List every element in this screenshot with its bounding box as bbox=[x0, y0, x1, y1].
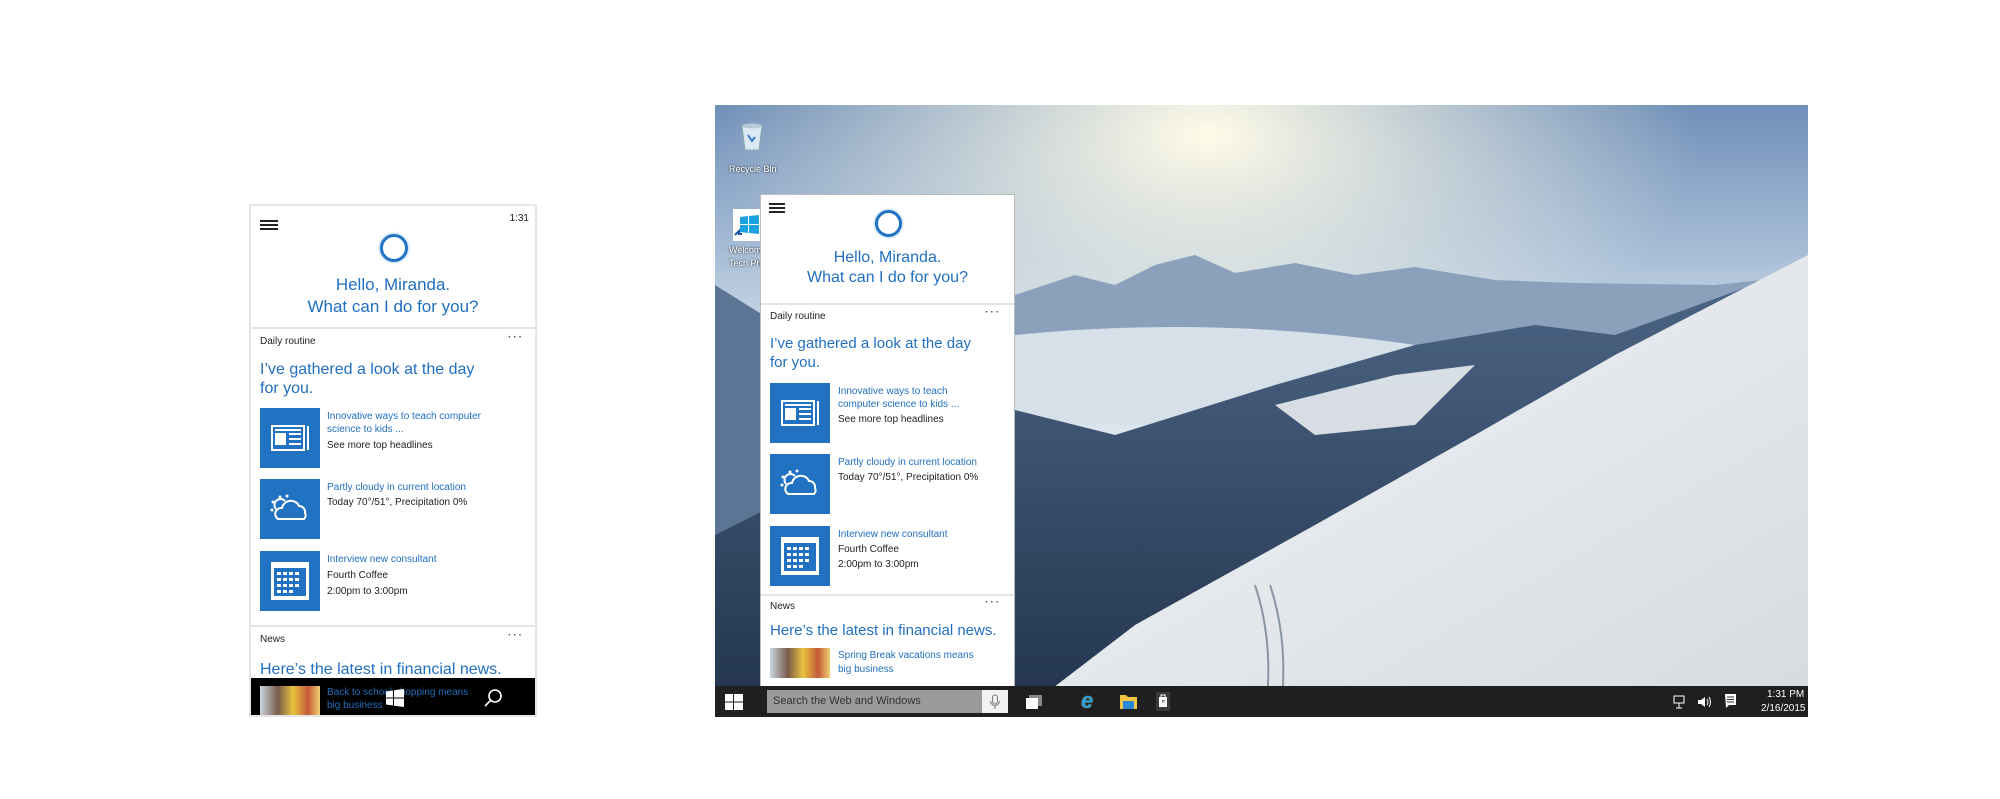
greeting-line2: What can I do for you? bbox=[807, 269, 968, 286]
news-thumbnail[interactable] bbox=[260, 686, 320, 715]
item-sub: Today 70°/51°, Precipitation 0% bbox=[838, 472, 979, 483]
microphone-icon bbox=[990, 694, 1000, 709]
divider bbox=[761, 594, 1014, 596]
phone-nav-bar: Back to school shopping means big busine… bbox=[251, 678, 535, 715]
news-item-title[interactable]: big business bbox=[327, 700, 383, 711]
item-title[interactable]: Interview new consultant bbox=[838, 529, 948, 540]
search-icon[interactable] bbox=[483, 688, 503, 708]
cortana-panel: Hello, Miranda. What can I do for you? D… bbox=[760, 194, 1015, 686]
item-sub: See more top headlines bbox=[327, 440, 433, 451]
search-placeholder: Search the Web and Windows bbox=[773, 695, 921, 707]
status-time: 1:31 bbox=[509, 213, 529, 224]
network-icon[interactable] bbox=[1673, 695, 1685, 709]
greeting-line1: Hello, Miranda. bbox=[833, 249, 942, 266]
item-title[interactable]: Innovative ways to teach computer bbox=[327, 411, 481, 422]
desktop: Recycle Bin Welcome Tech Pre Hello, Mira… bbox=[715, 105, 1808, 717]
volume-icon[interactable] bbox=[1697, 695, 1711, 709]
news-thumbnail[interactable] bbox=[770, 648, 830, 678]
partly-cloudy-icon[interactable] bbox=[260, 479, 320, 539]
item-sub: Fourth Coffee bbox=[838, 544, 899, 555]
more-options-button[interactable]: ··· bbox=[985, 307, 1001, 318]
welcome-shortcut-icon[interactable] bbox=[733, 209, 761, 241]
file-explorer-icon[interactable] bbox=[1120, 694, 1137, 709]
item-title[interactable]: Interview new consultant bbox=[327, 554, 437, 565]
daily-headline-line1: I’ve gathered a look at the day bbox=[770, 335, 971, 352]
news-headline: Here’s the latest in financial news. bbox=[260, 661, 502, 678]
greeting-line1: Hello, Miranda. bbox=[335, 275, 451, 294]
section-label-daily-routine: Daily routine bbox=[260, 336, 316, 347]
cortana-ring-icon[interactable] bbox=[380, 234, 408, 262]
calendar-icon[interactable] bbox=[770, 526, 830, 586]
internet-explorer-icon[interactable]: e bbox=[1081, 688, 1093, 714]
recycle-bin-label[interactable]: Recycle Bin bbox=[729, 164, 777, 174]
more-options-button[interactable]: ··· bbox=[508, 630, 524, 641]
more-options-button[interactable]: ··· bbox=[985, 597, 1001, 608]
news-icon[interactable] bbox=[260, 408, 320, 468]
task-view-icon[interactable] bbox=[1026, 695, 1042, 709]
phone-cortana: 1:31 Hello, Miranda. What can I do for y… bbox=[249, 204, 537, 717]
recycle-bin-icon[interactable] bbox=[739, 123, 765, 151]
section-label-news: News bbox=[260, 634, 286, 645]
item-sub: 2:00pm to 3:00pm bbox=[327, 586, 408, 597]
windows-logo-icon[interactable] bbox=[386, 689, 404, 707]
news-item-title[interactable]: Spring Break vacations means bbox=[838, 650, 974, 661]
item-sub: Fourth Coffee bbox=[327, 570, 388, 581]
clock-date[interactable]: 2/16/2015 bbox=[1761, 703, 1806, 714]
news-headline: Here’s the latest in financial news. bbox=[770, 622, 997, 639]
daily-headline-line1: I’ve gathered a look at the day bbox=[260, 361, 475, 378]
divider bbox=[251, 327, 535, 329]
item-sub: 2:00pm to 3:00pm bbox=[838, 559, 919, 570]
item-title[interactable]: Partly cloudy in current location bbox=[838, 457, 977, 468]
search-box[interactable]: Search the Web and Windows bbox=[767, 690, 1008, 713]
news-icon[interactable] bbox=[770, 383, 830, 443]
item-sub: Today 70°/51°, Precipitation 0% bbox=[327, 497, 468, 508]
divider bbox=[761, 303, 1014, 305]
clock-time[interactable]: 1:31 PM bbox=[1767, 689, 1804, 700]
divider bbox=[251, 625, 535, 627]
store-icon[interactable] bbox=[1156, 692, 1170, 711]
section-label-daily-routine: Daily routine bbox=[770, 311, 826, 322]
item-title[interactable]: Innovative ways to teach bbox=[838, 386, 948, 397]
section-label-news: News bbox=[770, 601, 796, 612]
taskbar: Search the Web and Windows e 1:31 PM 2/1… bbox=[715, 686, 1808, 717]
cortana-ring-icon[interactable] bbox=[875, 210, 902, 237]
partly-cloudy-icon[interactable] bbox=[770, 454, 830, 514]
hamburger-menu-icon[interactable] bbox=[769, 203, 785, 213]
action-center-icon[interactable] bbox=[1725, 694, 1738, 709]
start-button[interactable] bbox=[725, 694, 743, 710]
news-item-title[interactable]: big business bbox=[838, 664, 894, 675]
more-options-button[interactable]: ··· bbox=[508, 332, 524, 343]
microphone-button[interactable] bbox=[982, 690, 1008, 713]
item-title[interactable]: computer science to kids ... bbox=[838, 399, 959, 410]
daily-headline-line2: for you. bbox=[770, 354, 821, 371]
item-sub: See more top headlines bbox=[838, 414, 944, 425]
daily-headline-line2: for you. bbox=[260, 380, 314, 397]
calendar-icon[interactable] bbox=[260, 551, 320, 611]
greeting-line2: What can I do for you? bbox=[307, 297, 479, 316]
item-title[interactable]: science to kids ... bbox=[327, 424, 404, 435]
item-title[interactable]: Partly cloudy in current location bbox=[327, 482, 466, 493]
hamburger-menu-icon[interactable] bbox=[260, 220, 278, 230]
